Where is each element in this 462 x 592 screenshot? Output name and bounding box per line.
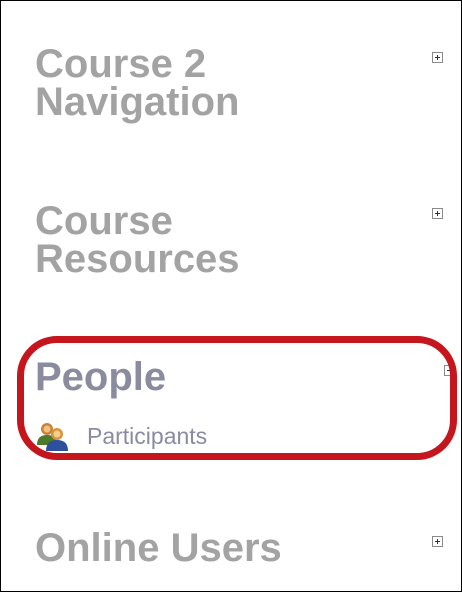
expand-plus-icon[interactable] [432,52,443,63]
online-users-title: Online Users [35,526,282,570]
course-resources-title-line2: Resources [35,237,240,281]
block-sidebar: Course 2 Navigation Course Resources Peo… [0,0,462,592]
expand-plus-icon[interactable] [432,208,443,219]
users-icon [37,423,68,451]
participants-link[interactable]: Participants [35,421,207,451]
collapse-minus-icon[interactable] [444,365,455,376]
course-navigation-title: Course 2 Navigation [35,44,240,124]
expand-plus-icon[interactable] [432,536,443,547]
participants-label: Participants [87,422,208,449]
people-title: People [35,355,167,399]
course-resources-title: Course Resources [35,201,240,281]
course-navigation-title-line2: Navigation [35,80,240,124]
